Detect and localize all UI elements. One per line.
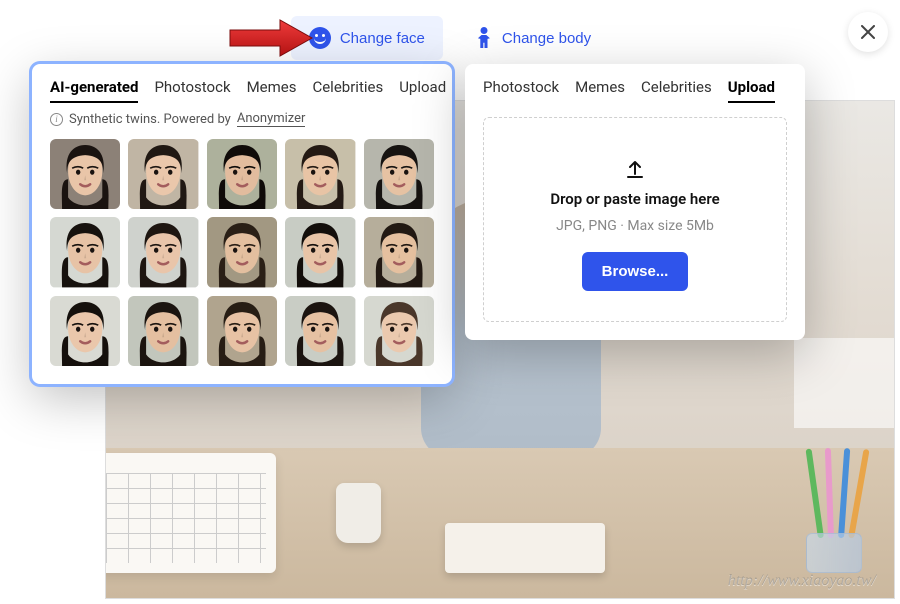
face-thumbnail[interactable] [207, 296, 277, 366]
tab-upload-body[interactable]: Upload [728, 78, 775, 103]
face-thumbnail[interactable] [207, 217, 277, 287]
body-panel: Photostock Memes Celebrities Upload Drop… [465, 64, 805, 340]
tab-ai-generated[interactable]: AI-generated [50, 78, 138, 103]
watermark: http://www.xiaoyao.tw/ [728, 572, 876, 590]
info-icon: i [50, 113, 63, 126]
face-thumbnail[interactable] [128, 296, 198, 366]
browse-label: Browse... [602, 263, 669, 280]
body-icon [475, 27, 493, 49]
face-thumbnail[interactable] [364, 217, 434, 287]
face-thumbnail[interactable] [285, 217, 355, 287]
tab-memes-body[interactable]: Memes [575, 78, 625, 103]
tab-upload[interactable]: Upload [399, 78, 446, 103]
tab-celebrities[interactable]: Celebrities [312, 78, 383, 103]
synthetic-note: i Synthetic twins. Powered by Anonymizer [50, 111, 434, 127]
face-thumbnail[interactable] [50, 217, 120, 287]
face-thumbnail[interactable] [50, 296, 120, 366]
face-thumbnail[interactable] [285, 139, 355, 209]
upload-icon [624, 158, 646, 180]
body-tabs: Photostock Memes Celebrities Upload [483, 78, 787, 103]
face-thumbnail[interactable] [128, 217, 198, 287]
tab-celebrities-body[interactable]: Celebrities [641, 78, 712, 103]
upload-dropzone[interactable]: Drop or paste image here JPG, PNG · Max … [483, 117, 787, 322]
face-panel: AI-generated Photostock Memes Celebritie… [32, 64, 452, 384]
face-thumbnail[interactable] [285, 296, 355, 366]
tab-photostock[interactable]: Photostock [154, 78, 230, 103]
face-thumbnail[interactable] [128, 139, 198, 209]
tab-photostock-body[interactable]: Photostock [483, 78, 559, 103]
face-thumbnail[interactable] [364, 296, 434, 366]
face-thumbnail[interactable] [364, 139, 434, 209]
change-face-label: Change face [340, 30, 425, 47]
browse-button[interactable]: Browse... [582, 252, 689, 291]
close-button[interactable] [848, 12, 888, 52]
note-prefix: Synthetic twins. Powered by [69, 112, 231, 127]
annotation-arrow-icon [228, 18, 314, 58]
change-body-button[interactable]: Change body [457, 16, 609, 60]
face-thumbnail[interactable] [207, 139, 277, 209]
drop-message: Drop or paste image here [550, 190, 719, 208]
drop-hint: JPG, PNG · Max size 5Mb [556, 218, 714, 234]
close-icon [861, 25, 875, 39]
face-grid [50, 139, 434, 366]
tab-memes[interactable]: Memes [247, 78, 297, 103]
face-tabs: AI-generated Photostock Memes Celebritie… [50, 78, 434, 103]
face-thumbnail[interactable] [50, 139, 120, 209]
change-body-label: Change body [502, 30, 591, 47]
mode-toggle-row: Change face Change body [0, 16, 900, 60]
anonymizer-link[interactable]: Anonymizer [237, 111, 306, 127]
